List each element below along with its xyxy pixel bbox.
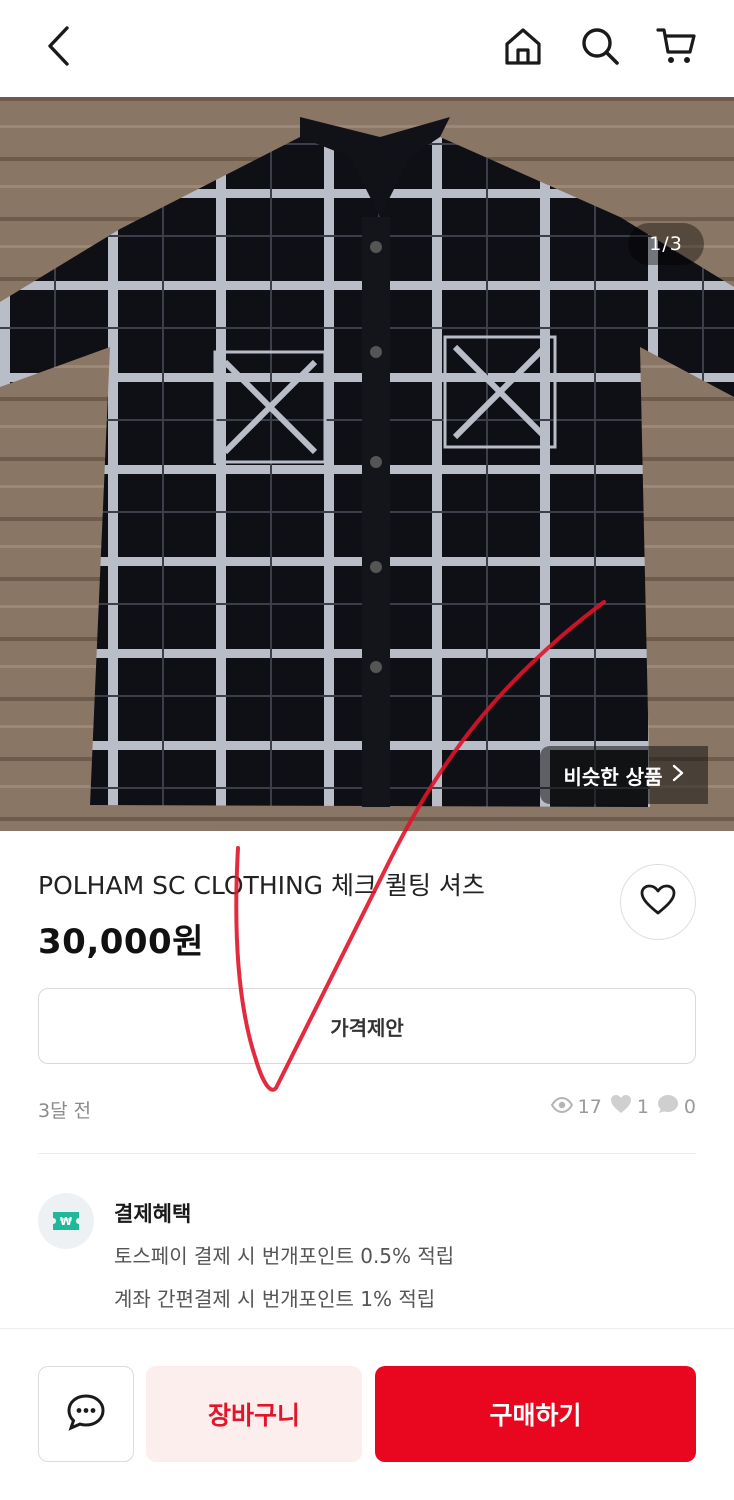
search-icon bbox=[580, 26, 620, 70]
chevron-left-icon bbox=[41, 25, 75, 71]
svg-text:₩: ₩ bbox=[60, 1215, 72, 1228]
heart-filled-icon bbox=[610, 1094, 632, 1119]
add-to-cart-button[interactable]: 장바구니 bbox=[146, 1366, 362, 1462]
views-stat: 17 bbox=[550, 1095, 602, 1118]
price-offer-button[interactable]: 가격제안 bbox=[38, 988, 696, 1064]
chevron-right-icon bbox=[672, 763, 684, 787]
plaid-shirt-photo bbox=[0, 97, 734, 831]
chat-bubble-icon bbox=[66, 1393, 106, 1435]
top-bar bbox=[0, 0, 734, 97]
back-button[interactable] bbox=[32, 22, 84, 74]
eye-icon bbox=[550, 1096, 573, 1118]
similar-products-label: 비슷한 상품 bbox=[563, 764, 663, 789]
chats-count: 0 bbox=[683, 1095, 696, 1118]
likes-count: 1 bbox=[636, 1095, 649, 1118]
product-price: 30,000원 bbox=[38, 922, 204, 962]
chats-stat: 0 bbox=[657, 1094, 696, 1119]
chat-button[interactable] bbox=[38, 1366, 134, 1462]
likes-stat: 1 bbox=[610, 1094, 649, 1119]
cart-button[interactable] bbox=[651, 22, 703, 74]
buy-now-button[interactable]: 구매하기 bbox=[375, 1366, 696, 1462]
payment-benefit-line: 토스페이 결제 시 번개포인트 0.5% 적립 bbox=[114, 1244, 455, 1268]
home-icon bbox=[503, 26, 543, 70]
product-image[interactable]: 1/3 bbox=[0, 97, 734, 831]
item-stats: 17 1 0 bbox=[550, 1094, 696, 1119]
views-count: 17 bbox=[577, 1095, 602, 1118]
won-coupon-icon: ₩ bbox=[38, 1193, 94, 1249]
payment-benefit-title: 결제혜택 bbox=[114, 1202, 192, 1226]
section-divider bbox=[38, 1153, 696, 1154]
cart-icon bbox=[656, 26, 698, 70]
product-title: POLHAM SC CLOTHING 체크 퀼팅 셔츠 bbox=[38, 871, 485, 900]
chat-bubble-filled-icon bbox=[657, 1094, 679, 1119]
posted-time: 3달 전 bbox=[38, 1100, 92, 1122]
payment-benefit-line: 계좌 간편결제 시 번개포인트 1% 적립 bbox=[114, 1287, 436, 1311]
home-button[interactable] bbox=[497, 22, 549, 74]
search-button[interactable] bbox=[574, 22, 626, 74]
image-counter: 1/3 bbox=[628, 223, 704, 265]
like-button[interactable] bbox=[620, 864, 696, 940]
heart-icon bbox=[640, 884, 676, 920]
similar-products-button[interactable]: 비슷한 상품 bbox=[540, 746, 708, 804]
